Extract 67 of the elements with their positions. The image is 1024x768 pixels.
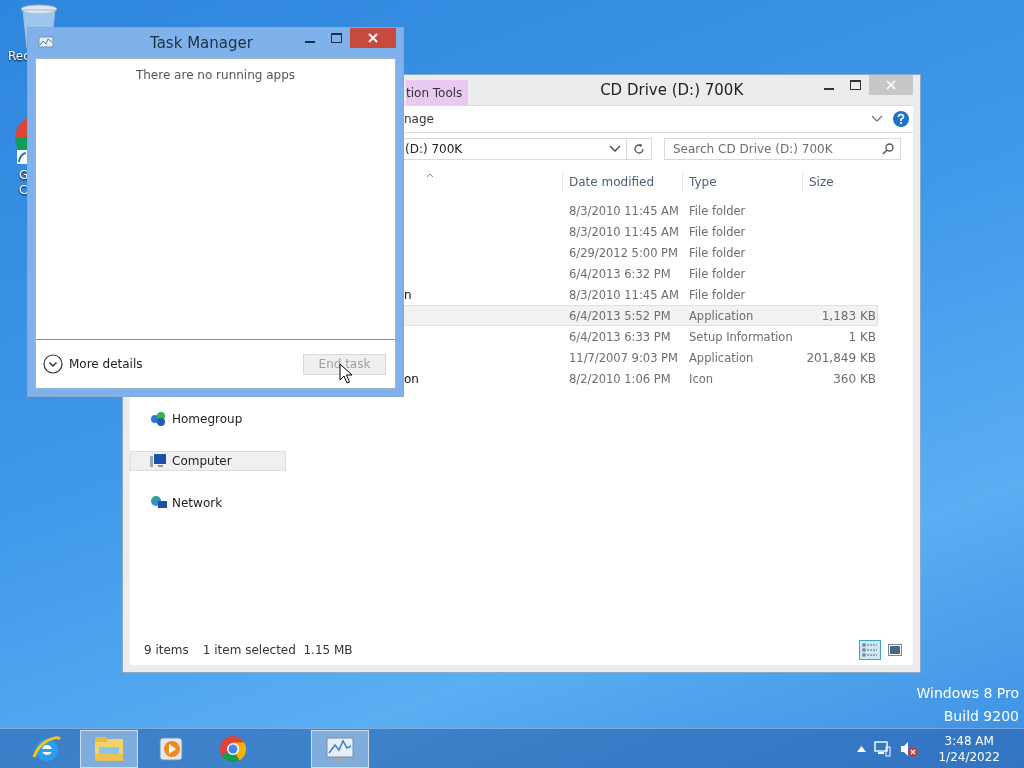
close-button[interactable] [350, 28, 396, 48]
caret-up-icon[interactable] [857, 745, 867, 752]
size-cell-text: 1 KB [847, 329, 877, 344]
maximize-icon [331, 33, 342, 43]
date-cell-text: 6/4/2013 5:52 PM [568, 308, 672, 323]
type-cell-text: Icon [688, 371, 715, 386]
type-cell-text: File folder [688, 245, 747, 260]
empty-message: There are no running apps [135, 68, 296, 82]
refresh-icon [633, 143, 645, 155]
contextual-tab[interactable]: tion Tools [406, 80, 469, 105]
type-cell-text: Application [688, 308, 755, 323]
network-icon[interactable] [874, 740, 893, 757]
close-icon [886, 80, 896, 90]
clock[interactable]: 3:48 AM 1/24/2022 [938, 732, 1000, 765]
date-cell-text: 8/3/2010 11:45 AM [568, 203, 680, 218]
size-cell-text: 201,849 KB [805, 350, 877, 365]
dropdown-icon[interactable] [608, 145, 622, 153]
type-cell-text: File folder [688, 224, 747, 239]
details-view-button[interactable] [859, 640, 881, 660]
date-cell-text: 8/2/2010 1:06 PM [568, 371, 672, 386]
column-header[interactable]: Size [802, 173, 882, 191]
size-cell-text: 1,183 KB [820, 308, 877, 323]
minimize-icon [823, 87, 834, 90]
search-field[interactable]: Search CD Drive (D:) 700K [664, 138, 901, 160]
homegroup-icon [150, 411, 167, 427]
type-cell-text: Application [688, 350, 755, 365]
window-title: CD Drive (D:) 700K [599, 81, 745, 99]
size-cell-text: 360 KB [832, 371, 877, 386]
network-icon [150, 495, 167, 511]
item-count: 9 items [144, 643, 189, 657]
monitor-graph-icon [324, 734, 356, 763]
date-cell-text: 6/4/2013 6:33 PM [568, 329, 672, 344]
selection-info: 1 item selected 1.15 MB [202, 643, 353, 657]
play-icon [157, 734, 185, 763]
column-header[interactable]: Date modified [562, 173, 682, 191]
edition-text: Windows 8 Pro [916, 684, 1019, 703]
type-cell-text: File folder [688, 287, 747, 302]
date-cell-text: 6/4/2013 6:32 PM [568, 266, 672, 281]
nav-item[interactable]: Network [130, 493, 286, 513]
date-cell-text: 8/3/2010 11:45 AM [568, 287, 680, 302]
edition-text: Build 9200 [943, 707, 1019, 726]
chevron-circle-icon [43, 354, 63, 374]
nav-item[interactable]: Homegroup [130, 409, 286, 429]
computer-icon [150, 453, 167, 469]
close-icon [368, 33, 378, 43]
nav-item[interactable]: Computer [130, 451, 286, 471]
window-title: Task Manager [149, 34, 254, 52]
taskbar-button[interactable] [80, 729, 138, 768]
taskbar-button[interactable] [311, 729, 369, 768]
monitor-graph-icon [38, 36, 54, 50]
chevron-down-icon[interactable] [871, 115, 883, 123]
search-icon [882, 143, 894, 155]
date-cell-text: 6/29/2012 5:00 PM [568, 245, 679, 260]
type-cell-text: File folder [688, 203, 747, 218]
date-cell-text: 11/7/2007 9:03 PM [568, 350, 679, 365]
minimize-icon [304, 40, 315, 43]
date-cell-text: 8/3/2010 11:45 AM [568, 224, 680, 239]
more-details-link[interactable]: More details [43, 354, 143, 374]
chrome-icon [218, 733, 248, 764]
help-icon[interactable] [893, 111, 909, 127]
maximize-icon [850, 80, 861, 90]
type-cell-text: File folder [688, 266, 747, 281]
column-header[interactable]: Type [682, 173, 802, 191]
desktop-icon-label[interactable]: G [19, 168, 29, 183]
muted-speaker-icon[interactable] [900, 740, 919, 757]
type-cell-text: Setup Information [688, 329, 794, 344]
sort-caret-icon [426, 173, 434, 178]
